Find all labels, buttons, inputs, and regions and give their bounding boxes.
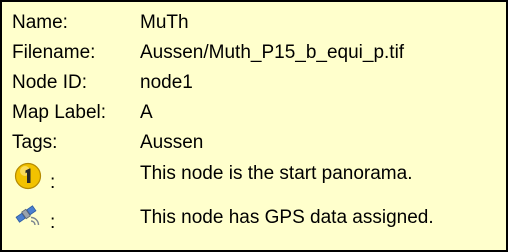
start-panorama-icon bbox=[14, 162, 42, 190]
gps-satellite-icon bbox=[14, 202, 42, 230]
gps-colon: : bbox=[50, 212, 56, 233]
filename-value: Aussen/Muth_P15_b_equi_p.tif bbox=[140, 42, 405, 63]
node-id-value: node1 bbox=[140, 72, 193, 93]
gps-text: This node has GPS data assigned. bbox=[140, 207, 434, 228]
tags-label: Tags: bbox=[12, 132, 58, 153]
tags-value: Aussen bbox=[140, 132, 204, 153]
map-label-value: A bbox=[140, 102, 153, 123]
gps-row: : This node has GPS data assigned. bbox=[12, 202, 492, 233]
start-panorama-text: This node is the start panorama. bbox=[140, 163, 413, 184]
name-label: Name: bbox=[12, 12, 68, 33]
node-info-tooltip: Name: MuTh Filename: Aussen/Muth_P15_b_e… bbox=[0, 0, 508, 252]
name-value: MuTh bbox=[140, 12, 189, 33]
start-colon: : bbox=[50, 172, 56, 193]
filename-label: Filename: bbox=[12, 42, 96, 63]
node-id-label: Node ID: bbox=[12, 72, 87, 93]
start-panorama-row: : This node is the start panorama. bbox=[12, 162, 492, 193]
map-label-label: Map Label: bbox=[12, 102, 107, 123]
